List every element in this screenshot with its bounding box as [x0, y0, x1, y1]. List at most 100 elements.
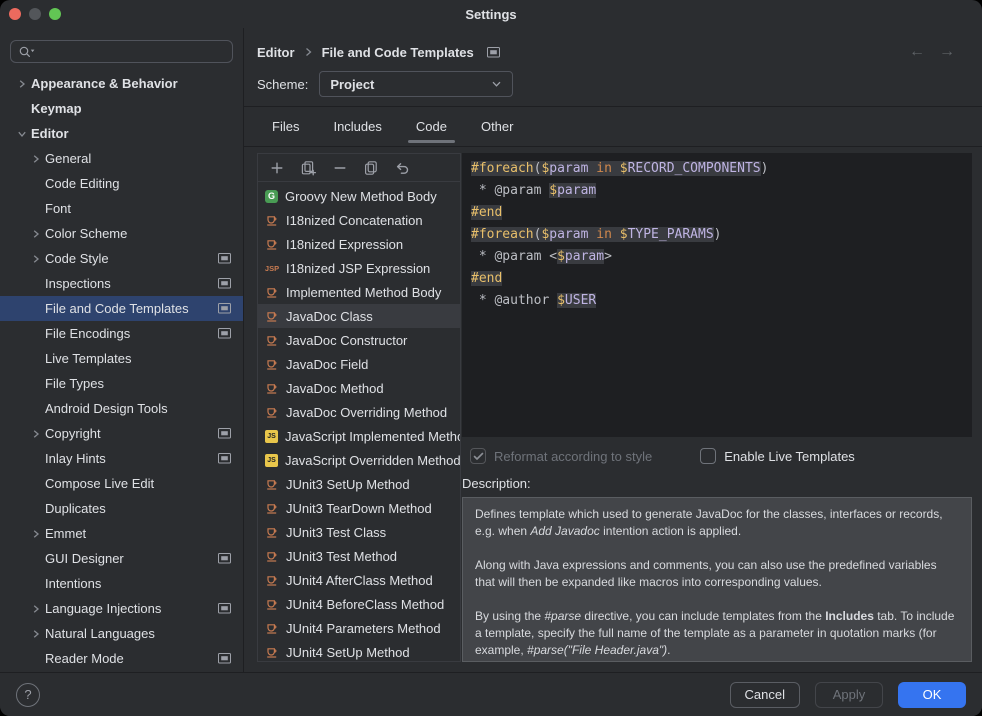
template-item-junit4-beforeclass-method[interactable]: JUnit4 BeforeClass Method [258, 592, 460, 616]
sidebar-item-inlay-hints[interactable]: Inlay Hints [0, 446, 243, 471]
live-templates-checkbox[interactable]: Enable Live Templates [700, 448, 855, 464]
add-button[interactable] [269, 160, 285, 176]
project-level-icon [487, 47, 500, 58]
sidebar-item-color-scheme[interactable]: Color Scheme [0, 221, 243, 246]
sidebar-item-code-editing[interactable]: Code Editing [0, 171, 243, 196]
chevron-right-icon[interactable] [27, 629, 45, 639]
reset-to-default-button[interactable] [394, 160, 410, 176]
template-item-label: I18nized Concatenation [286, 213, 423, 228]
template-item-javadoc-overriding-method[interactable]: JavaDoc Overriding Method [258, 400, 460, 424]
search-input[interactable] [10, 40, 233, 63]
template-item-implemented-method-body[interactable]: Implemented Method Body [258, 280, 460, 304]
sidebar-item-language-injections[interactable]: Language Injections [0, 596, 243, 621]
javascript-icon: JS [265, 430, 278, 443]
sidebar-item-appearance-behavior[interactable]: Appearance & Behavior [0, 71, 243, 96]
template-item-junit4-parameters-method[interactable]: JUnit4 Parameters Method [258, 616, 460, 640]
template-item-i18nized-expression[interactable]: I18nized Expression [258, 232, 460, 256]
scheme-dropdown[interactable]: Project [319, 71, 513, 97]
sidebar-item-emmet[interactable]: Emmet [0, 521, 243, 546]
chevron-right-icon[interactable] [27, 429, 45, 439]
template-item-label: JUnit4 SetUp Method [286, 645, 410, 660]
chevron-right-icon[interactable] [27, 529, 45, 539]
chevron-right-icon[interactable] [27, 254, 45, 264]
sidebar-item-gui-designer[interactable]: GUI Designer [0, 546, 243, 571]
template-item-javadoc-field[interactable]: JavaDoc Field [258, 352, 460, 376]
template-item-junit3-test-class[interactable]: JUnit3 Test Class [258, 520, 460, 544]
remove-button[interactable] [332, 160, 348, 176]
back-button[interactable]: ← [909, 44, 925, 60]
sidebar-item-code-style[interactable]: Code Style [0, 246, 243, 271]
java-icon [265, 381, 279, 395]
sidebar-item-keymap[interactable]: Keymap [0, 96, 243, 121]
java-icon [265, 645, 279, 659]
cancel-button[interactable]: Cancel [730, 682, 800, 708]
chevron-right-icon[interactable] [27, 229, 45, 239]
sidebar-item-file-types[interactable]: File Types [0, 371, 243, 396]
template-item-junit3-test-method[interactable]: JUnit3 Test Method [258, 544, 460, 568]
sidebar-item-compose-live-edit[interactable]: Compose Live Edit [0, 471, 243, 496]
sidebar-item-font[interactable]: Font [0, 196, 243, 221]
chevron-down-icon[interactable] [13, 129, 31, 139]
template-item-label: I18nized Expression [286, 237, 403, 252]
create-duplicate-button[interactable] [300, 160, 317, 176]
sidebar-item-editor[interactable]: Editor [0, 121, 243, 146]
java-icon [265, 309, 279, 323]
description-paragraph: By using the #parse directive, you can i… [475, 608, 959, 659]
jsp-icon: JSP [265, 261, 279, 275]
tab-includes[interactable]: Includes [329, 107, 385, 146]
template-item-javadoc-constructor[interactable]: JavaDoc Constructor [258, 328, 460, 352]
close-button[interactable] [9, 8, 21, 20]
template-item-i18nized-jsp-expression[interactable]: JSP I18nized JSP Expression [258, 256, 460, 280]
sidebar-item-live-templates[interactable]: Live Templates [0, 346, 243, 371]
editor-line: * @param $param [471, 180, 963, 202]
sidebar-item-natural-languages[interactable]: Natural Languages [0, 621, 243, 646]
sidebar-item-label: Natural Languages [45, 626, 155, 641]
sidebar-item-duplicates[interactable]: Duplicates [0, 496, 243, 521]
sidebar-item-general[interactable]: General [0, 146, 243, 171]
breadcrumb-separator-icon [304, 47, 313, 57]
main-panel: Editor File and Code Templates ← → Schem… [244, 28, 982, 672]
java-icon [265, 285, 279, 299]
editor-line: * @param <$param> [471, 246, 963, 268]
sidebar-item-file-and-code-templates[interactable]: File and Code Templates [0, 296, 243, 321]
sidebar-item-reader-mode[interactable]: Reader Mode [0, 646, 243, 671]
forward-button[interactable]: → [939, 44, 955, 60]
project-level-icon [218, 303, 231, 314]
project-level-icon [218, 328, 231, 339]
template-item-javadoc-method[interactable]: JavaDoc Method [258, 376, 460, 400]
template-item-javadoc-class[interactable]: JavaDoc Class [258, 304, 460, 328]
java-icon [265, 501, 279, 515]
help-button[interactable]: ? [16, 683, 40, 707]
tab-files[interactable]: Files [268, 107, 303, 146]
template-item-junit3-teardown-method[interactable]: JUnit3 TearDown Method [258, 496, 460, 520]
template-item-label: JUnit3 Test Method [286, 549, 397, 564]
sidebar-item-inspections[interactable]: Inspections [0, 271, 243, 296]
sidebar-item-file-encodings[interactable]: File Encodings [0, 321, 243, 346]
sidebar-item-android-design-tools[interactable]: Android Design Tools [0, 396, 243, 421]
tab-other[interactable]: Other [477, 107, 518, 146]
template-item-javascript-implemented-method[interactable]: JSJavaScript Implemented Method [258, 424, 460, 448]
titlebar: Settings [0, 0, 982, 28]
sidebar-item-intentions[interactable]: Intentions [0, 571, 243, 596]
chevron-right-icon[interactable] [27, 604, 45, 614]
chevron-right-icon[interactable] [13, 79, 31, 89]
sidebar-item-copyright[interactable]: Copyright [0, 421, 243, 446]
template-item-i18nized-concatenation[interactable]: I18nized Concatenation [258, 208, 460, 232]
chevron-right-icon[interactable] [27, 154, 45, 164]
sidebar-item-label: Emmet [45, 526, 86, 541]
settings-sidebar: Appearance & BehaviorKeymapEditorGeneral… [0, 28, 244, 672]
template-item-label: I18nized JSP Expression [286, 261, 430, 276]
zoom-button[interactable] [49, 8, 61, 20]
template-item-groovy-new-method-body[interactable]: GGroovy New Method Body [258, 184, 460, 208]
tab-code[interactable]: Code [412, 107, 451, 146]
template-item-junit3-setup-method[interactable]: JUnit3 SetUp Method [258, 472, 460, 496]
template-item-junit4-afterclass-method[interactable]: JUnit4 AfterClass Method [258, 568, 460, 592]
template-item-javascript-overridden-method[interactable]: JSJavaScript Overridden Method [258, 448, 460, 472]
sidebar-item-label: Language Injections [45, 601, 161, 616]
breadcrumb-editor[interactable]: Editor [257, 45, 295, 60]
template-editor[interactable]: #foreach($param in $RECORD_COMPONENTS) *… [462, 153, 972, 437]
template-item-junit4-setup-method[interactable]: JUnit4 SetUp Method [258, 640, 460, 661]
ok-button[interactable]: OK [898, 682, 966, 708]
copy-button[interactable] [363, 160, 379, 176]
sidebar-item-label: Copyright [45, 426, 101, 441]
